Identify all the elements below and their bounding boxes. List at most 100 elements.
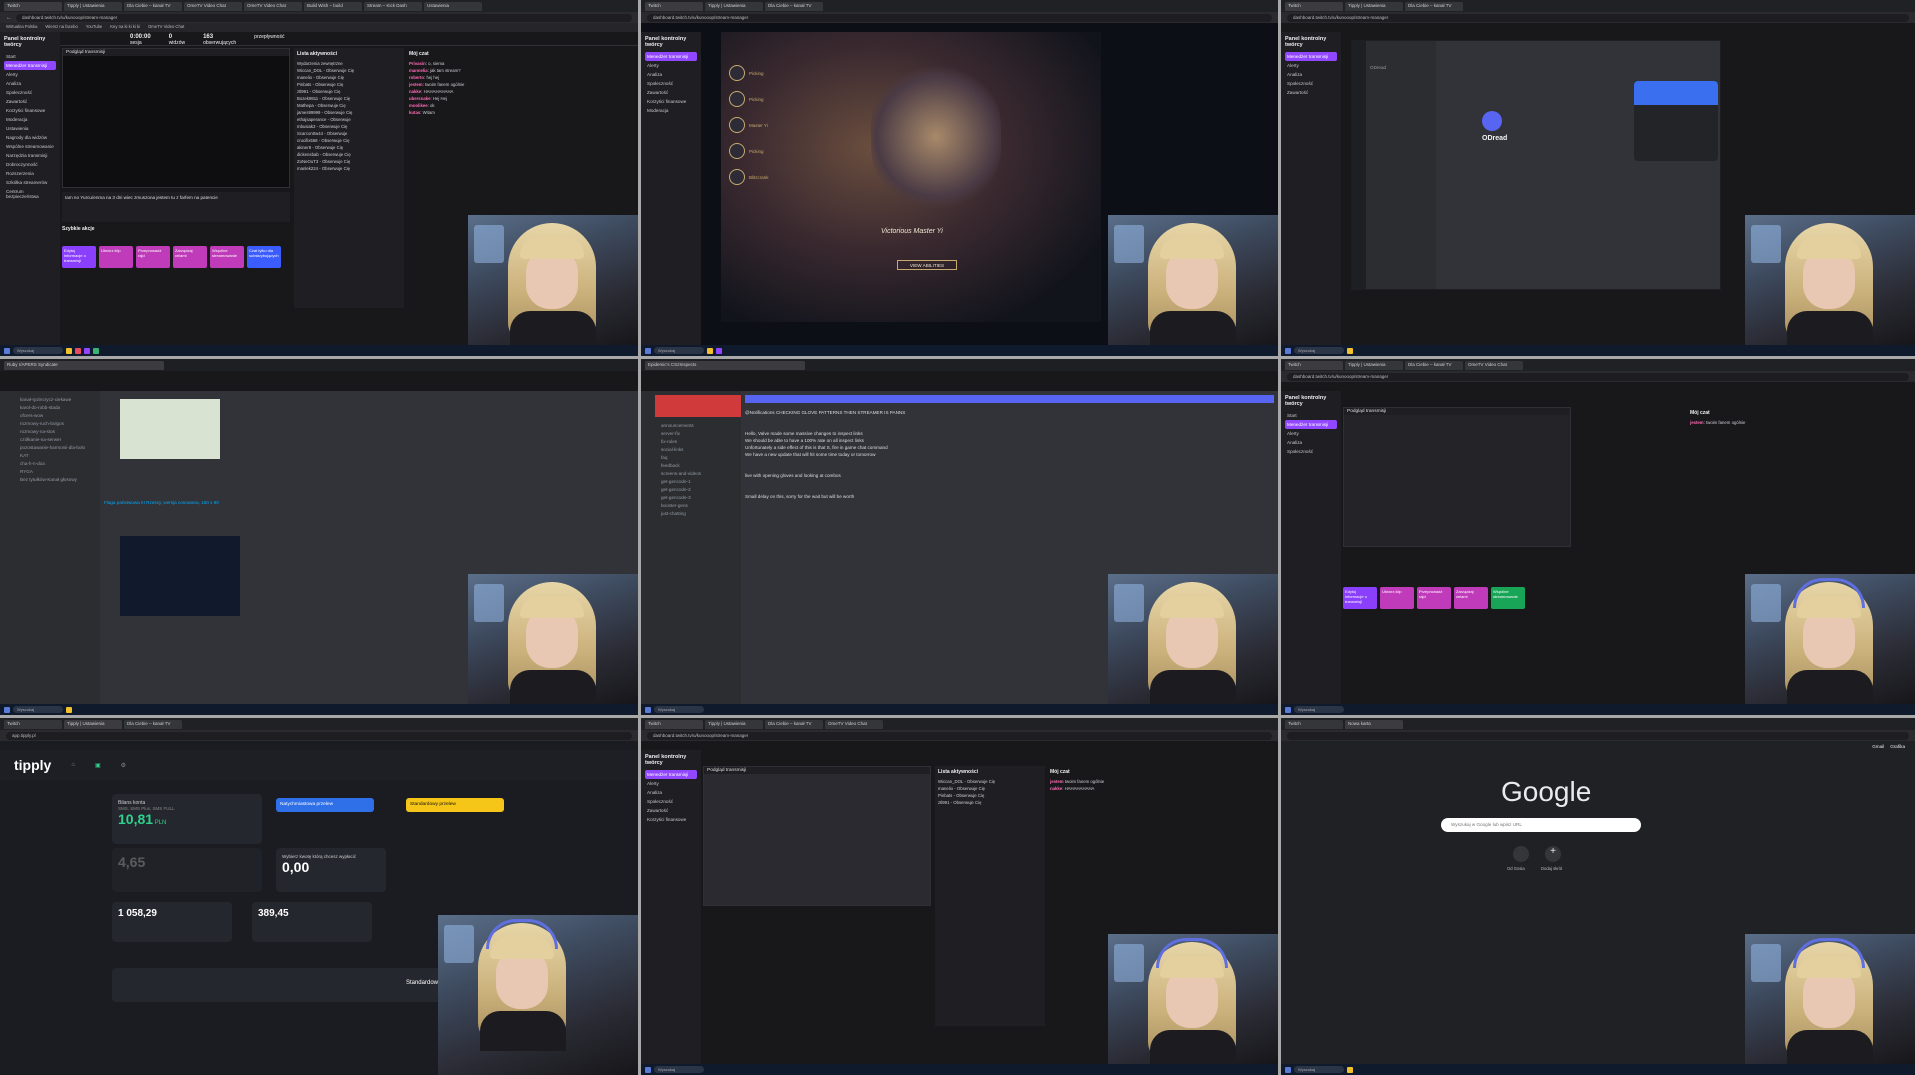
browser-tab[interactable]: Twitch [1285,361,1343,370]
champ-slot[interactable]: Master Yi [729,114,799,136]
quick-action-subs-only-button[interactable]: Czat tylko dla subskrybujących [247,246,281,268]
sidebar-item[interactable]: Moderacja [4,115,56,124]
browser-tab[interactable]: Twitch [4,2,62,11]
app-icon[interactable] [75,347,81,354]
taskbar-search[interactable]: Wyszukaj [654,347,704,354]
channel-item[interactable]: screens-and-videos [645,469,737,477]
champ-slot[interactable]: Picking [729,140,799,162]
channel-item[interactable]: karol-do-robb-stada [4,403,96,411]
sidebar-item[interactable]: Społeczność [1285,79,1337,88]
back-icon[interactable]: ← [6,15,12,21]
sidebar-item[interactable]: Zawartość [645,806,697,815]
sidebar-item[interactable]: Start [4,52,56,61]
channel-item[interactable]: server-fix [645,429,737,437]
sidebar-item[interactable]: Nagrody dla widzów [4,133,56,142]
channel-item[interactable]: KAT [4,451,96,459]
browser-tab[interactable]: OmeTV Video Chat [825,720,883,729]
settings-icon[interactable]: ⚙ [121,762,126,769]
url-input[interactable]: dashboard.twitch.tv/u/kunooop/stream-man… [16,13,632,22]
sidebar-item[interactable]: Alerty [1285,61,1337,70]
sidebar-item[interactable]: Narzędzia transmisji [4,151,56,160]
bookmark[interactable]: Wirtualna Polska [6,24,37,31]
quick-action-goals-button[interactable]: Zarządzaj celami [173,246,207,268]
windows-icon[interactable] [645,706,651,713]
browser-tab[interactable]: Tipply | Ustawienia [705,720,763,729]
browser-tab[interactable]: Twitch [645,2,703,11]
bookmark[interactable]: OmeTV Video Chat [148,24,184,31]
channel-item[interactable]: get-gencode-3 [645,493,737,501]
sidebar-item[interactable]: Zawartość [1285,88,1337,97]
browser-tab[interactable]: Twitch [1285,2,1343,11]
browser-tab[interactable]: Build Wish – build [304,2,362,11]
quick-action-clip-button[interactable]: Utwórz klip [1380,587,1414,609]
quick-action-costream-button[interactable]: Wspólne streamowanie [1491,587,1525,609]
browser-tab[interactable]: Dla Ciebie – kanał TV [1405,2,1463,11]
browser-tab[interactable]: OmeTV Video Chat [244,2,302,11]
sidebar-item[interactable]: Społeczność [645,797,697,806]
taskbar-search[interactable]: Wyszukaj [654,706,704,713]
quick-action-costream-button[interactable]: Wspólne streamowanie [210,246,244,268]
explorer-icon[interactable] [1347,347,1353,354]
view-abilities-button[interactable]: VIEW ABILITIES [897,260,957,270]
browser-tab[interactable]: Tipply | Ustawienia [64,720,122,729]
browser-tab[interactable]: Dla Ciebie – kanał TV [765,2,823,11]
quick-action-clip-button[interactable]: Utwórz klip [99,246,133,268]
browser-tab[interactable]: Dla Ciebie – kanał TV [1405,361,1463,370]
taskbar-search[interactable]: Wyszukaj [654,1066,704,1073]
channel-item[interactable]: czółkanie-na-serwer [4,435,96,443]
url-input[interactable]: dashboard.twitch.tv/u/kunooop/stream-man… [647,731,1272,740]
sidebar-item-stream-manager[interactable]: Menedżer transmisji [645,770,697,779]
url-input[interactable] [1287,731,1909,740]
channel-item[interactable]: faq [645,453,737,461]
channel-item[interactable]: fix-rules [645,437,737,445]
bookmark[interactable]: YouTube [86,24,102,31]
sidebar-item[interactable]: Analiza [645,788,697,797]
sidebar-item[interactable]: Społeczność [4,88,56,97]
windows-icon[interactable] [4,706,10,713]
sidebar-item[interactable]: Społeczność [1285,447,1337,456]
home-icon[interactable]: ⌂ [71,762,75,768]
browser-tab[interactable]: Tipply | Ustawienia [1345,2,1403,11]
bookmark[interactable]: Key na ki ki ki ki [110,24,140,31]
sidebar-item[interactable]: Wspólne streamowanie [4,142,56,151]
quick-action-goals-button[interactable]: Zarządzaj celami [1454,587,1488,609]
wallet-icon[interactable]: ▣ [95,762,101,769]
standard-transfer-button[interactable]: Standardowy przelew [406,798,504,812]
sidebar-item[interactable]: Dobroczynność [4,160,56,169]
sidebar-item[interactable]: Szkółka streamerów [4,178,56,187]
channel-item[interactable]: Bez tytułków-Kanał głosowy [4,475,96,483]
sidebar-item[interactable]: Analiza [1285,438,1337,447]
sidebar-item[interactable]: Rozszerzenia [4,169,56,178]
sidebar-item[interactable]: Analiza [4,79,56,88]
explorer-icon[interactable] [66,347,72,354]
stream-info[interactable]: Iam no Yurcu/enma na 3 dni wiec zmuszona… [62,192,290,222]
sidebar-item[interactable]: Alerty [645,779,697,788]
channel-item[interactable]: cha-h-n-doa [4,459,96,467]
withdraw-value[interactable]: 0,00 [282,859,309,875]
dm-item[interactable]: ODread [1370,65,1432,70]
channel-item[interactable]: pozostawanie-harmonii-dla-bolo [4,443,96,451]
add-shortcut-icon[interactable]: + [1545,846,1561,862]
browser-tab[interactable]: Twitch [1285,720,1343,729]
windows-icon[interactable] [1285,347,1291,354]
twitch-icon[interactable] [716,347,722,354]
browser-tab[interactable]: Twitch [645,720,703,729]
browser-tab[interactable]: Dla Ciebie – kanał TV [124,2,182,11]
channel-item[interactable]: social-links [645,445,737,453]
windows-icon[interactable] [4,347,10,354]
channel-item[interactable]: ofcers-wow [4,411,96,419]
sidebar-item[interactable]: Korzyści finansowe [645,97,697,106]
champ-slot[interactable]: Picking [729,62,799,84]
quick-action-raid-button[interactable]: Przeprowadź rajd [136,246,170,268]
windows-icon[interactable] [1285,1066,1291,1073]
channel-item[interactable]: kanał-rpzincrycz-ciekawe [4,395,96,403]
sidebar-item-stream-manager[interactable]: Menedżer transmisji [645,52,697,61]
bookmark[interactable]: Wiersz na facebo [45,24,77,31]
instant-transfer-button[interactable]: Natychmiastowa przelew [276,798,374,812]
sidebar-item[interactable]: Analiza [645,70,697,79]
browser-tab[interactable]: Tipply | Ustawienia [705,2,763,11]
channel-item[interactable]: rozmowy-ruch-bolgos [4,419,96,427]
quick-action-edit-button[interactable]: Edytuj informacje o transmisji [62,246,96,268]
channel-item[interactable]: RYGA [4,467,96,475]
channel-item[interactable]: get-gencode-1 [645,477,737,485]
